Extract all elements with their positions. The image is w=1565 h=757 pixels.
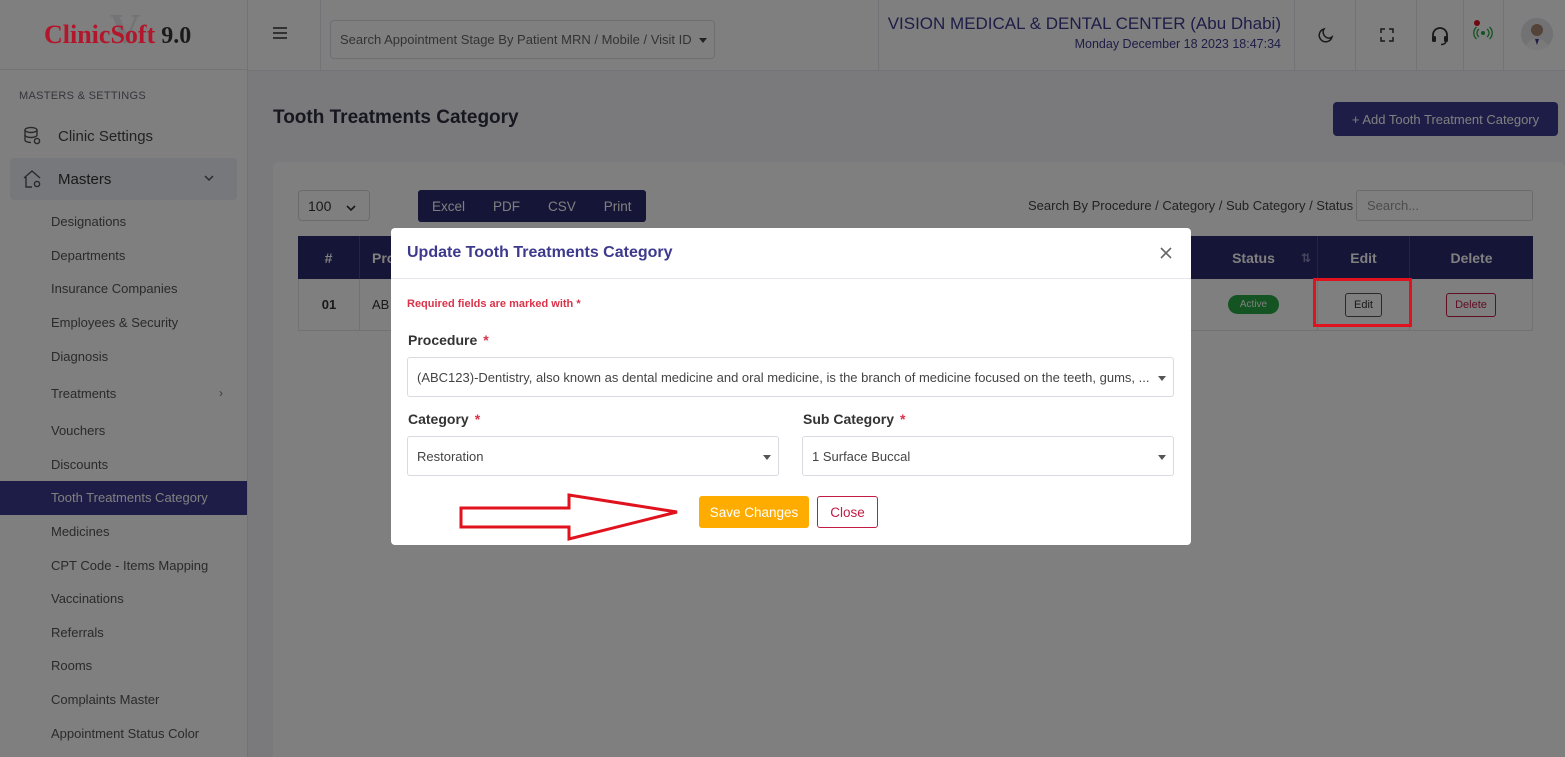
required-fields-note: Required fields are marked with * xyxy=(407,298,581,310)
modal-header: Update Tooth Treatments Category xyxy=(391,228,1191,279)
subcategory-label-text: Sub Category xyxy=(803,411,895,427)
category-label: Category * xyxy=(408,411,480,427)
category-select[interactable]: Restoration xyxy=(407,436,779,476)
subcategory-select[interactable]: 1 Surface Buccal xyxy=(802,436,1174,476)
required-star: * xyxy=(900,411,906,427)
procedure-value: (ABC123)-Dentistry, also known as dental… xyxy=(417,369,1150,385)
caret-down-icon xyxy=(763,455,771,460)
subcategory-label: Sub Category * xyxy=(803,411,905,427)
brand-version: 9.0 xyxy=(161,22,192,49)
procedure-label-text: Procedure xyxy=(408,332,478,348)
required-star: * xyxy=(474,411,481,427)
save-changes-button[interactable]: Save Changes xyxy=(699,496,809,528)
close-button[interactable]: Close xyxy=(817,496,878,528)
close-icon[interactable] xyxy=(1158,245,1174,261)
required-star: * xyxy=(483,332,489,348)
procedure-select[interactable]: (ABC123)-Dentistry, also known as dental… xyxy=(407,357,1174,397)
subcategory-value: 1 Surface Buccal xyxy=(812,448,911,464)
category-value: Restoration xyxy=(417,448,484,464)
caret-down-icon xyxy=(1158,455,1166,460)
modal-title: Update Tooth Treatments Category xyxy=(407,244,673,261)
edit-highlight-annotation xyxy=(1313,278,1412,327)
procedure-label: Procedure * xyxy=(408,332,489,348)
caret-down-icon xyxy=(1158,376,1166,381)
arrow-annotation-icon xyxy=(459,493,678,541)
brand-name: ClinicSoft xyxy=(44,19,156,49)
category-label-text: Category xyxy=(408,411,469,427)
